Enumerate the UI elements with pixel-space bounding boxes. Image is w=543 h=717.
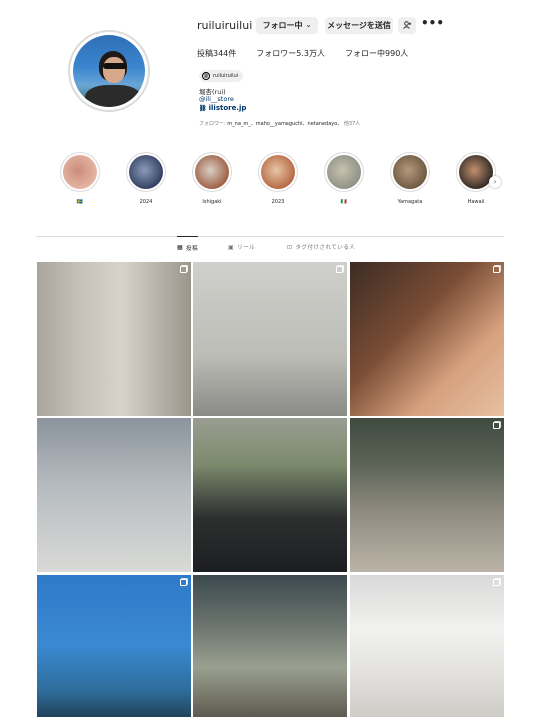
post-thumbnail[interactable] (37, 262, 191, 416)
highlight-item[interactable]: 2024 (126, 152, 166, 205)
highlight-label: Yamagata (397, 199, 423, 205)
post-thumbnail[interactable] (37, 575, 191, 717)
post-thumbnail[interactable] (193, 262, 347, 416)
followed-by[interactable]: フォロワー: m_na_m_、maho__yamaguchi、netaneday… (199, 120, 360, 127)
highlight-item[interactable]: 🇸🇪 (60, 152, 100, 205)
more-options-button[interactable]: ••• (421, 17, 444, 32)
tab-tagged-label: タグ付けされている人 (295, 245, 356, 251)
threads-badge[interactable]: @ ruiluiruilui (199, 70, 244, 82)
bio-website-link[interactable]: ⛓ ilistore.jp (199, 104, 246, 112)
highlight-item[interactable]: Ishigaki (192, 152, 232, 205)
threads-handle: ruiluiruilui (213, 73, 239, 79)
posts-grid (37, 262, 504, 717)
tagged-icon: ⊡ (287, 243, 293, 251)
carousel-icon (493, 266, 500, 273)
highlight-ring (258, 152, 298, 192)
highlight-ring (390, 152, 430, 192)
tab-posts[interactable]: ▦ 投稿 (177, 236, 199, 258)
post-thumbnail[interactable] (350, 418, 504, 572)
avatar-sunglasses (103, 63, 127, 69)
highlight-label: Hawaii (467, 199, 485, 205)
post-thumbnail[interactable] (193, 575, 347, 717)
highlight-ring (192, 152, 232, 192)
post-thumbnail[interactable] (37, 418, 191, 572)
send-message-label: メッセージを送信 (327, 21, 391, 30)
carousel-icon (493, 422, 500, 429)
highlight-cover (195, 155, 229, 189)
add-user-icon (402, 20, 412, 31)
send-message-button[interactable]: メッセージを送信 (325, 17, 393, 34)
followers-count[interactable]: フォロワー5.3万人 (256, 48, 325, 59)
threads-icon: @ (202, 72, 210, 80)
carousel-icon (336, 266, 343, 273)
chevron-down-icon: ⌄ (305, 21, 312, 29)
highlight-item[interactable]: 2023 (258, 152, 298, 205)
highlight-label: 2023 (271, 199, 285, 205)
carousel-icon (180, 266, 187, 273)
grid-icon: ▦ (177, 244, 184, 251)
highlight-cover (459, 155, 493, 189)
highlight-cover (393, 155, 427, 189)
reels-icon: ▣ (228, 243, 235, 251)
post-thumbnail[interactable] (193, 418, 347, 572)
following-count[interactable]: フォロー中990人 (345, 48, 408, 59)
highlight-cover (129, 155, 163, 189)
carousel-icon (180, 579, 187, 586)
profile-username: ruiluiruilui (197, 19, 253, 32)
avatar-face (103, 57, 125, 83)
avatar-photo (73, 35, 145, 107)
highlight-label: 🇮🇹 (340, 199, 348, 205)
highlight-item[interactable]: Yamagata (390, 152, 430, 205)
highlight-cover (327, 155, 361, 189)
post-thumbnail[interactable] (350, 262, 504, 416)
followed-by-prefix: フォロワー: (199, 121, 226, 127)
following-button[interactable]: フォロー中 ⌄ (256, 17, 318, 34)
highlight-label: 🇸🇪 (76, 199, 84, 205)
highlight-ring (126, 152, 166, 192)
highlight-label: Ishigaki (202, 199, 222, 205)
profile-avatar[interactable] (68, 30, 150, 112)
tab-tagged[interactable]: ⊡ タグ付けされている人 (287, 236, 355, 258)
posts-count: 投稿344件 (197, 49, 237, 58)
tab-reels[interactable]: ▣ リール (228, 236, 255, 258)
followed-by-suffix: 他37人 (343, 121, 361, 127)
carousel-icon (493, 579, 500, 586)
more-icon: ••• (421, 16, 445, 30)
highlight-cover (63, 155, 97, 189)
highlights-next-button[interactable]: › (489, 176, 501, 188)
chevron-right-icon: › (493, 177, 497, 186)
bio-website-text: ilistore.jp (208, 104, 247, 112)
bio-store-account-link[interactable]: @ili__store (199, 95, 234, 103)
tab-posts-label: 投稿 (186, 245, 199, 252)
profile-header: ruiluiruilui フォロー中 ⌄ メッセージを送信 ••• 投稿344件… (0, 0, 543, 140)
followed-by-names: m_na_m_、maho__yamaguchi、netanedayo、 (227, 121, 343, 127)
tab-reels-label: リール (237, 245, 256, 251)
profile-tabs: ▦ 投稿 ▣ リール ⊡ タグ付けされている人 (36, 236, 504, 258)
highlight-label: 2024 (139, 199, 153, 205)
highlight-item[interactable]: 🇮🇹 (324, 152, 364, 205)
suggest-users-button[interactable] (398, 17, 416, 34)
highlight-cover (261, 155, 295, 189)
post-thumbnail[interactable] (350, 575, 504, 717)
profile-stats: 投稿344件 フォロワー5.3万人 フォロー中990人 (197, 48, 428, 59)
highlight-ring (60, 152, 100, 192)
highlight-ring (324, 152, 364, 192)
story-highlights: 🇸🇪 2024 Ishigaki 2023 🇮🇹 Yamagata Hawaii (55, 152, 505, 212)
following-button-label: フォロー中 (262, 21, 303, 30)
avatar-body (85, 85, 141, 107)
link-icon: ⛓ (199, 104, 207, 112)
